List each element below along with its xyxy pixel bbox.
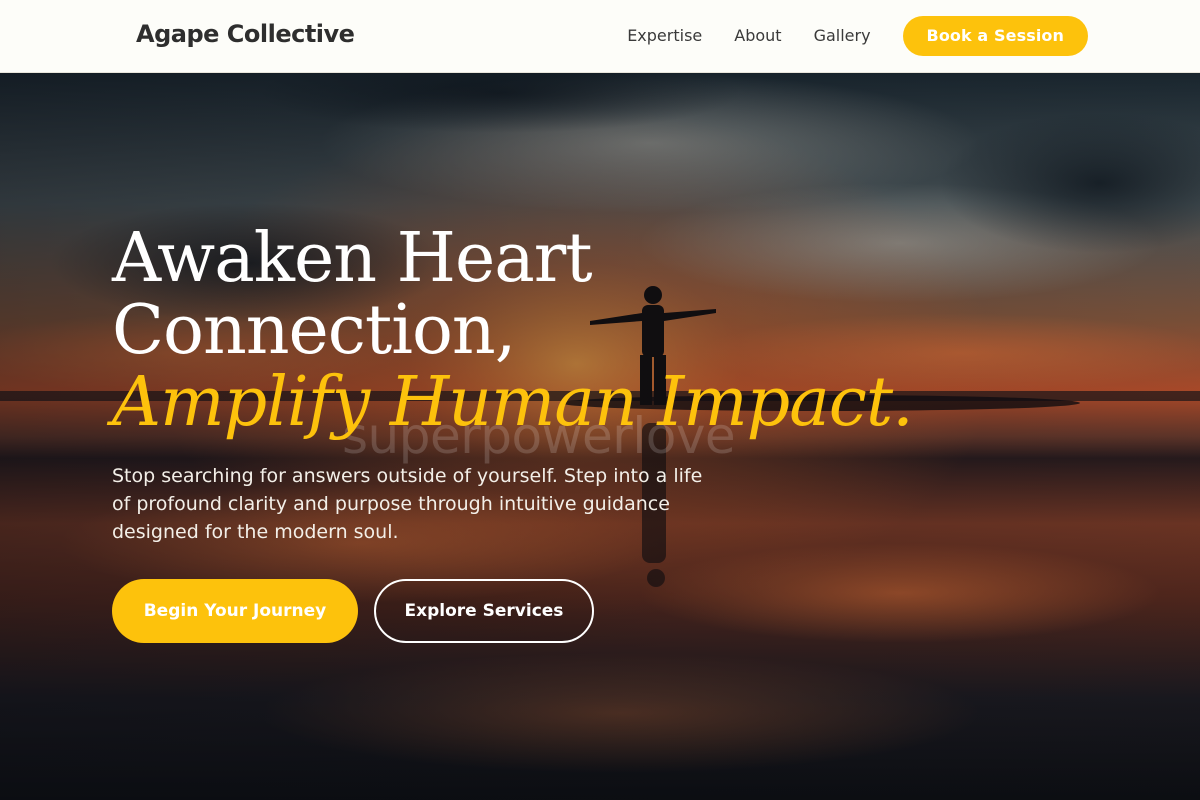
hero-headline: Awaken Heart Connection, Amplify Human I… xyxy=(112,223,932,439)
book-session-button[interactable]: Book a Session xyxy=(902,16,1088,56)
nav-link-expertise[interactable]: Expertise xyxy=(627,16,702,56)
begin-journey-button[interactable]: Begin Your Journey xyxy=(112,579,358,643)
hero-section: superpowerlove Awaken Heart Connection, … xyxy=(0,73,1200,800)
nav-link-about[interactable]: About xyxy=(734,16,781,56)
explore-services-button[interactable]: Explore Services xyxy=(374,579,594,643)
headline-line-2: Connection, xyxy=(112,291,516,370)
site-header: Agape Collective Expertise About Gallery… xyxy=(0,0,1200,73)
brand-logo[interactable]: Agape Collective xyxy=(136,20,355,48)
main-nav: Expertise About Gallery Book a Session xyxy=(627,16,1088,56)
headline-accent: Amplify Human Impact. xyxy=(112,363,914,442)
headline-line-1: Awaken Heart xyxy=(112,219,593,298)
hero-lead: Stop searching for answers outside of yo… xyxy=(112,465,703,543)
nav-link-gallery[interactable]: Gallery xyxy=(814,16,871,56)
